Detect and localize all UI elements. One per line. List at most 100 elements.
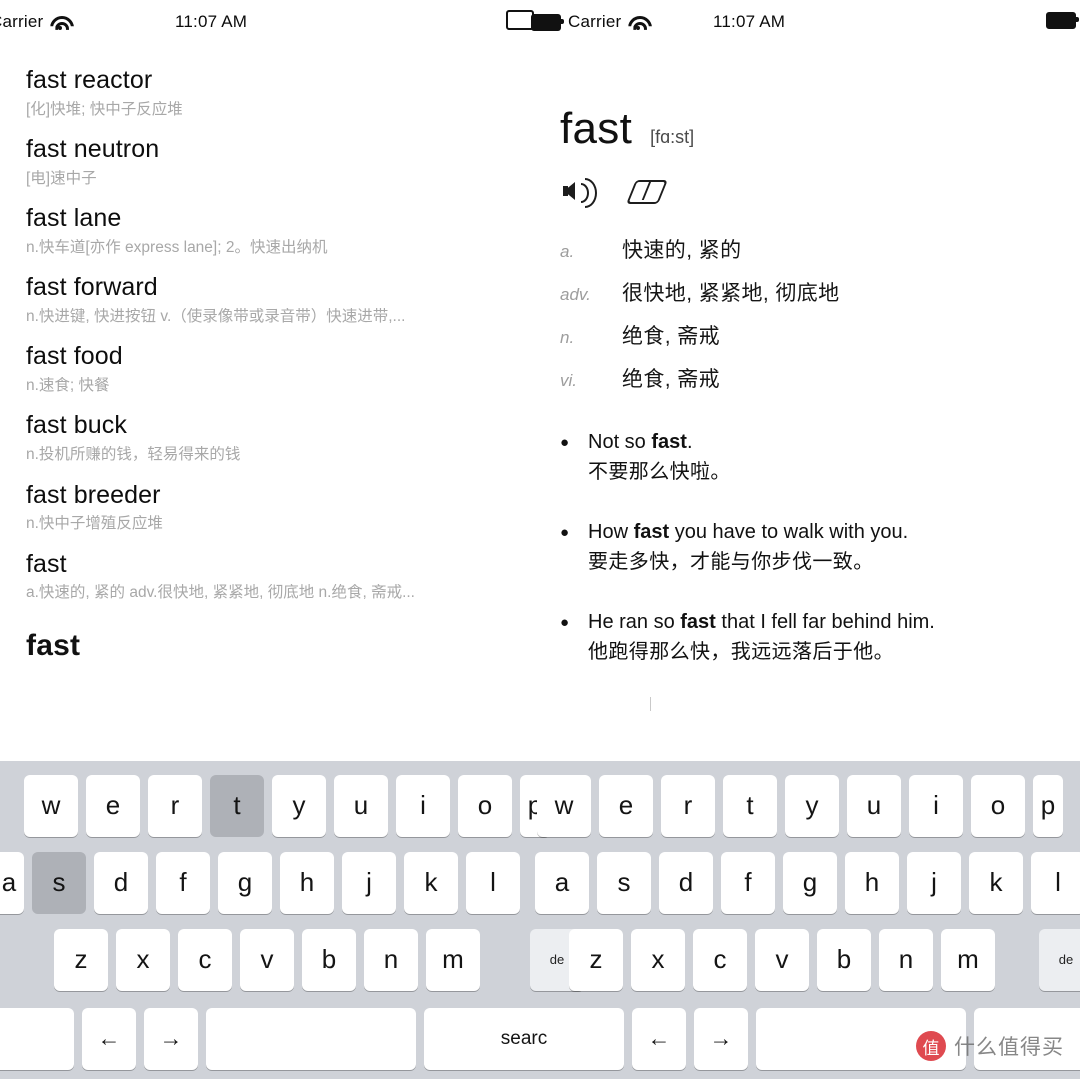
text-caret xyxy=(650,697,651,711)
key-search[interactable]: searc xyxy=(424,1007,624,1070)
key-n[interactable]: n xyxy=(364,928,418,991)
carrier-label-right: Carrier xyxy=(568,12,622,31)
key-g-2[interactable]: g xyxy=(783,851,837,914)
key-g[interactable]: g xyxy=(218,851,272,914)
example-en-prefix: He ran so xyxy=(588,611,681,633)
key-r-2[interactable]: r xyxy=(661,774,715,837)
key-c[interactable]: c xyxy=(178,928,232,991)
key-e[interactable]: e xyxy=(86,774,140,837)
key-v-2[interactable]: v xyxy=(755,928,809,991)
key-modifier-left[interactable] xyxy=(0,1007,74,1070)
key-y-2[interactable]: y xyxy=(785,774,839,837)
main-content: fast reactor [化]快堆; 快中子反应堆 fast neutron … xyxy=(0,44,1080,761)
word-term: fast reactor xyxy=(26,66,153,94)
key-f[interactable]: f xyxy=(156,851,210,914)
key-delete-2[interactable]: de xyxy=(1039,928,1080,991)
key-v[interactable]: v xyxy=(240,928,294,991)
key-l-2[interactable]: l xyxy=(1031,851,1080,914)
definition-toolbar xyxy=(563,174,1050,208)
key-arrow-left[interactable]: ← xyxy=(82,1007,136,1070)
list-item[interactable]: fast food n.速食; 快餐 xyxy=(0,342,513,395)
key-m-2[interactable]: m xyxy=(941,928,995,991)
key-k-2[interactable]: k xyxy=(969,851,1023,914)
key-t-2[interactable]: t xyxy=(723,774,777,837)
key-s-2[interactable]: s xyxy=(597,851,651,914)
definition-panel: fast [fɑ:st] a. 快速的, 紧的 adv. 很快地, 紧紧地, 彻… xyxy=(513,44,1080,761)
list-item[interactable]: fast neutron [电]速中子 xyxy=(0,135,513,188)
key-j-2[interactable]: j xyxy=(907,851,961,914)
key-x[interactable]: x xyxy=(116,928,170,991)
status-time-right: 11:07 AM xyxy=(713,12,786,31)
key-k[interactable]: k xyxy=(404,851,458,914)
part-of-speech: a. xyxy=(560,242,575,261)
battery-icon-right-lead xyxy=(531,13,564,31)
status-bar-left: Carrier 11:07 AM xyxy=(0,0,534,44)
key-y[interactable]: y xyxy=(272,774,326,837)
key-p-2[interactable]: p xyxy=(1033,774,1063,837)
key-h[interactable]: h xyxy=(280,851,334,914)
bullet-icon: ● xyxy=(560,614,570,631)
key-z-2[interactable]: z xyxy=(569,928,623,991)
key-b-2[interactable]: b xyxy=(817,928,871,991)
list-item[interactable]: fast forward n.快进键, 快进按钮 v.（使录像带或录音带）快速进… xyxy=(0,273,513,326)
key-c-2[interactable]: c xyxy=(693,928,747,991)
example-en-keyword: fast xyxy=(633,521,670,543)
sense-row: vi. 绝食, 斋戒 xyxy=(560,363,1050,393)
list-item[interactable]: fast breeder n.快中子增殖反应堆 xyxy=(0,481,513,534)
example-en-suffix: you have to walk with you. xyxy=(669,521,909,543)
battery-icon-far-right xyxy=(1046,12,1079,29)
key-o[interactable]: o xyxy=(458,774,512,837)
key-x-2[interactable]: x xyxy=(631,928,685,991)
watermark-text: 什么值得买 xyxy=(954,1036,1064,1059)
headword-row: fast [fɑ:st] xyxy=(560,104,1050,154)
key-arrow-right[interactable]: → xyxy=(144,1007,198,1070)
key-t[interactable]: t xyxy=(210,774,264,837)
key-u[interactable]: u xyxy=(334,774,388,837)
sense-list: a. 快速的, 紧的 adv. 很快地, 紧紧地, 彻底地 n. 绝食, 斋戒 … xyxy=(560,234,1050,393)
speaker-icon[interactable] xyxy=(563,174,597,208)
list-item[interactable]: fast lane n.快车道[亦作 express lane]; 2。快速出纳… xyxy=(0,204,513,257)
keyboard-row-3: z x c v b n m de z x c v b n m de xyxy=(0,921,1080,998)
key-i-2[interactable]: i xyxy=(909,774,963,837)
key-d[interactable]: d xyxy=(94,851,148,914)
word-term: fast buck xyxy=(26,411,127,440)
list-item[interactable]: fast buck n.投机所赚的钱，轻易得来的钱 xyxy=(0,411,513,464)
onscreen-keyboard[interactable]: w e r t y u i o p w e r t y u i o p a s … xyxy=(0,761,1080,1079)
word-term: fast xyxy=(26,549,67,578)
key-h-2[interactable]: h xyxy=(845,851,899,914)
word-term: fast lane xyxy=(26,204,122,233)
sense-row: a. 快速的, 紧的 xyxy=(560,234,1050,264)
key-j[interactable]: j xyxy=(342,851,396,914)
example-en: Not so fast. xyxy=(588,427,731,457)
list-item[interactable]: fast a.快速的, 紧的 adv.很快地, 紧紧地, 彻底地 n.绝食, 斋… xyxy=(0,550,513,603)
key-arrow-left-2[interactable]: ← xyxy=(632,1007,686,1070)
key-f-2[interactable]: f xyxy=(721,851,775,914)
key-e-2[interactable]: e xyxy=(599,774,653,837)
key-space[interactable] xyxy=(206,1007,416,1070)
key-m[interactable]: m xyxy=(426,928,480,991)
eraser-icon[interactable] xyxy=(626,174,668,206)
carrier-label-left: Carrier xyxy=(0,12,44,31)
list-item[interactable]: fast reactor [化]快堆; 快中子反应堆 xyxy=(0,66,513,119)
example-item: ● He ran so fast that I fell far behind … xyxy=(560,607,1050,667)
key-b[interactable]: b xyxy=(302,928,356,991)
key-w-2[interactable]: w xyxy=(537,774,591,837)
key-arrow-right-2[interactable]: → xyxy=(694,1007,748,1070)
key-s[interactable]: s xyxy=(32,851,86,914)
key-r[interactable]: r xyxy=(148,774,202,837)
word-definition: n.快中子增殖反应堆 xyxy=(26,515,163,533)
watermark-logo: 值 xyxy=(916,1031,946,1061)
key-a[interactable]: a xyxy=(0,851,24,914)
example-en-suffix: . xyxy=(686,431,693,453)
key-d-2[interactable]: d xyxy=(659,851,713,914)
key-n-2[interactable]: n xyxy=(879,928,933,991)
key-u-2[interactable]: u xyxy=(847,774,901,837)
example-en-prefix: How xyxy=(588,521,634,543)
example-en: He ran so fast that I fell far behind hi… xyxy=(588,607,935,637)
key-o-2[interactable]: o xyxy=(971,774,1025,837)
key-w[interactable]: w xyxy=(24,774,78,837)
key-a-2[interactable]: a xyxy=(535,851,589,914)
word-list[interactable]: fast reactor [化]快堆; 快中子反应堆 fast neutron … xyxy=(0,44,513,761)
key-z[interactable]: z xyxy=(54,928,108,991)
key-i[interactable]: i xyxy=(396,774,450,837)
